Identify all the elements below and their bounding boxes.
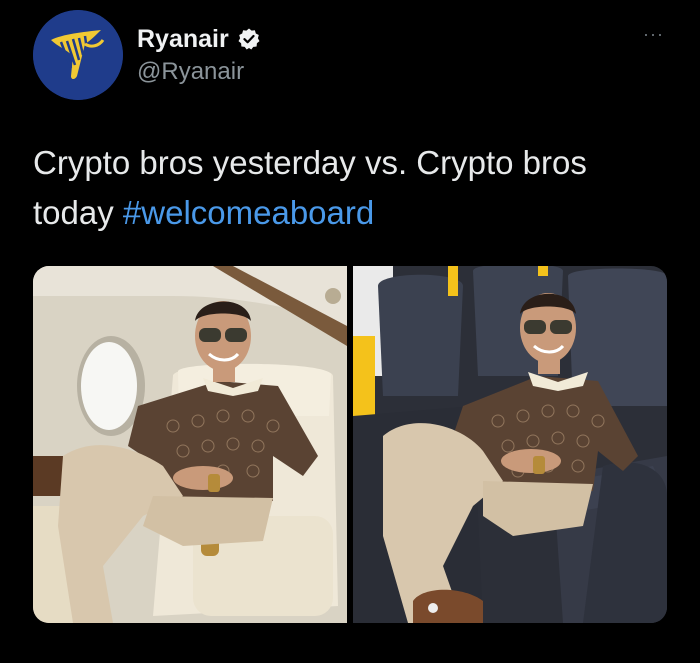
budget-airline-illustration: [353, 266, 667, 623]
ryanair-logo-icon: [33, 10, 123, 100]
name-row: Ryanair: [137, 24, 261, 54]
media-grid: [33, 266, 667, 623]
budget-airline-photo[interactable]: [353, 266, 667, 623]
handle[interactable]: @Ryanair: [137, 58, 244, 86]
tweet-text: Crypto bros yesterday vs. Crypto bros to…: [33, 138, 673, 238]
avatar[interactable]: [33, 10, 123, 100]
tweet: Ryanair @Ryanair ··· Crypto bros yesterd…: [0, 0, 700, 663]
private-jet-photo[interactable]: [33, 266, 347, 623]
verified-badge-icon: [238, 28, 260, 50]
hashtag-link[interactable]: #welcomeaboard: [123, 194, 374, 231]
more-options-icon[interactable]: ···: [643, 24, 664, 44]
display-name[interactable]: Ryanair: [137, 24, 229, 54]
private-jet-illustration: [33, 266, 347, 623]
